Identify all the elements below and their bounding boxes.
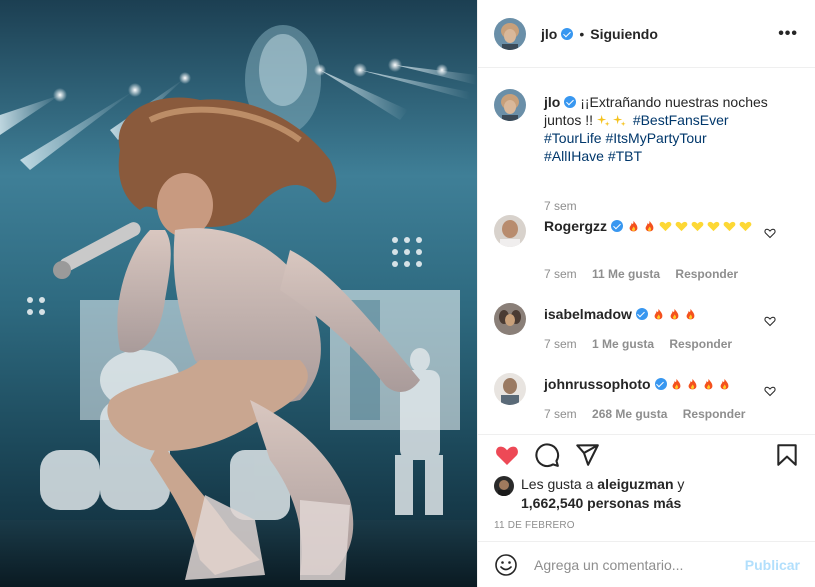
commenter-avatar[interactable] <box>494 373 526 405</box>
following-button[interactable]: Siguiendo <box>590 26 658 42</box>
yellow-heart-icon <box>675 221 688 232</box>
author-avatar[interactable] <box>494 17 526 50</box>
comment-text: johnrussophoto <box>544 375 769 393</box>
like-comment-heart-icon[interactable] <box>764 315 776 327</box>
likes-line: Les gusta a aleiguzman y <box>521 475 684 494</box>
fire-icon <box>705 378 713 390</box>
concert-photo <box>0 25 477 587</box>
comment-likes[interactable]: 1 Me gusta <box>592 337 654 351</box>
fire-icon <box>645 220 654 232</box>
fire-icon <box>686 308 695 320</box>
liker-username[interactable]: aleiguzman <box>597 476 673 492</box>
comment-meta: 7 sem 1 Me gusta Responder <box>544 337 732 351</box>
fire-icon <box>629 220 638 232</box>
add-comment-bar: Publicar <box>478 541 815 587</box>
more-options-icon[interactable]: ••• <box>778 25 798 43</box>
comment-time[interactable]: 7 sem <box>544 267 577 281</box>
hashtag[interactable]: #BestFansEver <box>633 112 729 128</box>
comment-time[interactable]: 7 sem <box>544 337 577 351</box>
caption-avatar[interactable] <box>494 89 526 121</box>
sparkles-icon <box>596 114 610 127</box>
hashtag[interactable]: #TBT <box>608 148 642 164</box>
yellow-heart-icon <box>691 221 704 232</box>
verified-badge-icon <box>561 27 574 40</box>
sparkles-icon <box>612 114 626 127</box>
comment-likes[interactable]: 11 Me gusta <box>592 267 660 281</box>
yellow-heart-icon <box>659 221 672 232</box>
comment-meta: 7 sem 268 Me gusta Responder <box>544 407 745 421</box>
reply-button[interactable]: Responder <box>675 267 738 281</box>
fire-icon <box>689 378 697 390</box>
likes-suffix: y <box>677 476 685 492</box>
author-username[interactable]: jlo <box>541 26 557 42</box>
comment-text: Rogergzz <box>544 217 769 235</box>
likes-summary: Les gusta a aleiguzman y 1,662,540 perso… <box>494 475 684 513</box>
heart-filled-icon[interactable] <box>494 442 520 468</box>
commenter-avatar[interactable] <box>494 215 526 247</box>
bookmark-icon[interactable] <box>774 442 800 468</box>
post-date[interactable]: 11 DE FEBRERO <box>494 520 575 531</box>
comment-icon[interactable] <box>534 442 560 468</box>
fire-icon <box>721 378 729 390</box>
comment-username[interactable]: Rogergzz <box>544 218 607 234</box>
comment-likes[interactable]: 268 Me gusta <box>592 407 667 421</box>
post-side-panel: jlo • Siguiendo ••• jlo ¡¡Extrañando nue… <box>477 0 815 587</box>
comment-meta: 7 sem 11 Me gusta Responder <box>544 267 738 281</box>
fire-icon <box>670 308 679 320</box>
verified-badge-icon <box>611 220 623 232</box>
likes-prefix: Les gusta a <box>521 476 594 492</box>
hashtag[interactable]: #ItsMyPartyTour <box>605 130 706 146</box>
like-comment-heart-icon[interactable] <box>764 385 776 397</box>
caption-time[interactable]: 7 sem <box>544 199 577 213</box>
post-actions: Les gusta a aleiguzman y 1,662,540 perso… <box>478 434 815 534</box>
emoji-icon[interactable] <box>494 553 518 577</box>
verified-badge-icon <box>654 378 667 390</box>
yellow-heart-icon <box>739 221 752 232</box>
comments-section[interactable]: jlo ¡¡Extrañando nuestras noches juntos … <box>478 69 815 434</box>
comment-input[interactable] <box>534 556 734 573</box>
yellow-heart-icon <box>723 221 736 232</box>
separator-dot: • <box>579 25 585 42</box>
verified-badge-icon <box>564 96 577 108</box>
share-icon[interactable] <box>574 442 600 468</box>
hashtag[interactable]: #AllIHave <box>544 148 604 164</box>
reply-button[interactable]: Responder <box>669 337 732 351</box>
hashtag[interactable]: #TourLife <box>544 130 602 146</box>
reply-button[interactable]: Responder <box>683 407 746 421</box>
instagram-post: jlo • Siguiendo ••• jlo ¡¡Extrañando nue… <box>0 0 815 587</box>
caption-username[interactable]: jlo <box>544 94 560 110</box>
likes-count[interactable]: 1,662,540 personas más <box>521 494 684 513</box>
caption-meta: 7 sem <box>544 199 589 213</box>
comment-text: isabelmadow <box>544 305 769 323</box>
comment-time[interactable]: 7 sem <box>544 407 577 421</box>
comment-username[interactable]: johnrussophoto <box>544 376 651 392</box>
commenter-avatar[interactable] <box>494 303 526 335</box>
caption-text: jlo ¡¡Extrañando nuestras noches juntos … <box>544 93 769 165</box>
verified-badge-icon <box>635 308 648 320</box>
publish-button[interactable]: Publicar <box>745 557 800 573</box>
like-comment-heart-icon[interactable] <box>764 227 776 239</box>
yellow-heart-icon <box>707 221 720 232</box>
post-photo[interactable] <box>0 0 477 587</box>
comment-username[interactable]: isabelmadow <box>544 306 632 322</box>
liker-avatar[interactable] <box>494 476 514 496</box>
fire-icon <box>673 378 681 390</box>
fire-icon <box>654 308 663 320</box>
post-header: jlo • Siguiendo ••• <box>478 0 815 68</box>
